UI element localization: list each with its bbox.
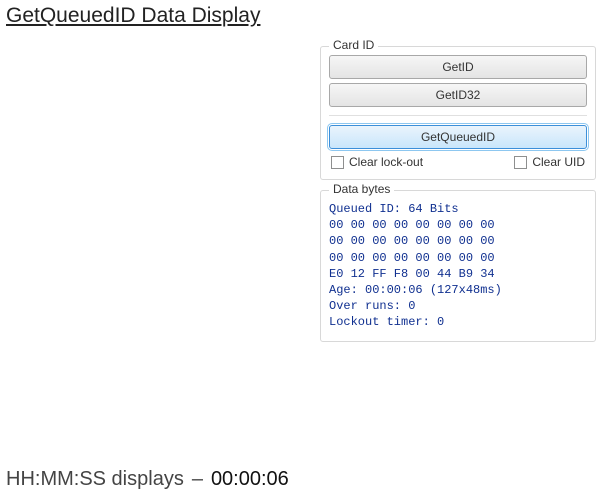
checkbox-icon (331, 156, 344, 169)
footer-label: HH:MM:SS displays (6, 468, 184, 491)
footer-time: 00:00:06 (211, 468, 289, 491)
clear-lockout-label: Clear lock-out (349, 155, 423, 169)
data-bytes-output: Queued ID: 64 Bits 00 00 00 00 00 00 00 … (329, 199, 587, 331)
get-id32-button[interactable]: GetID32 (329, 83, 587, 107)
footer-dash: – (190, 468, 205, 491)
clear-uid-checkbox[interactable]: Clear UID (514, 155, 585, 169)
card-id-group: Card ID GetID GetID32 GetQueuedID Clear … (320, 46, 596, 180)
get-id-button[interactable]: GetID (329, 55, 587, 79)
page-title: GetQueuedID Data Display (0, 0, 606, 46)
clear-uid-label: Clear UID (532, 155, 585, 169)
footer-caption: HH:MM:SS displays – 00:00:06 (6, 468, 289, 491)
data-bytes-group: Data bytes Queued ID: 64 Bits 00 00 00 0… (320, 190, 596, 342)
data-bytes-legend: Data bytes (329, 182, 394, 196)
clear-lockout-checkbox[interactable]: Clear lock-out (331, 155, 423, 169)
get-queued-id-button[interactable]: GetQueuedID (329, 125, 587, 149)
divider (329, 115, 587, 116)
card-id-legend: Card ID (329, 38, 378, 52)
checkbox-icon (514, 156, 527, 169)
